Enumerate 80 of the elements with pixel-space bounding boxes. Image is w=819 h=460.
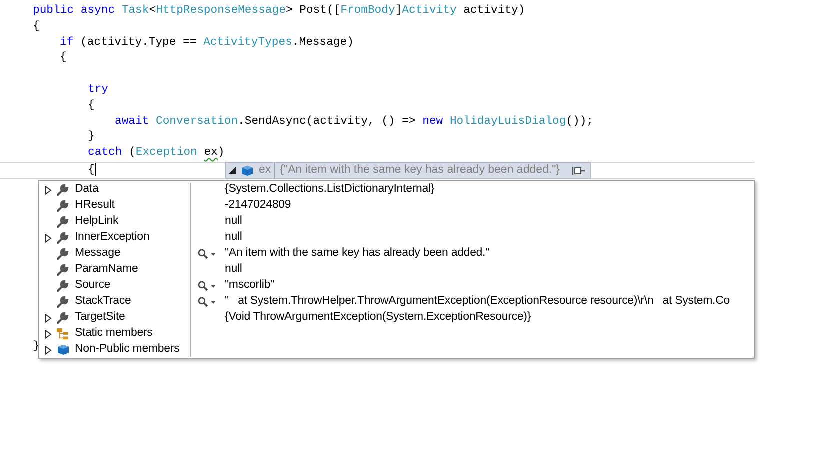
code-text: ] bbox=[395, 5, 402, 17]
code-text: { bbox=[33, 20, 40, 33]
expand-arrow-icon[interactable] bbox=[45, 186, 52, 194]
wrench-icon bbox=[57, 184, 69, 196]
text-cursor bbox=[94, 162, 96, 176]
member-value: {System.Collections.ListDictionaryInternal} bbox=[225, 182, 435, 198]
code-type: Exception bbox=[136, 147, 198, 160]
code-text: < bbox=[149, 5, 156, 17]
member-name: InnerException bbox=[75, 230, 150, 246]
member-value: {Void ThrowArgumentException(System.ExceptionResource)} bbox=[225, 310, 532, 326]
code-text: (activity.Type == bbox=[80, 36, 198, 49]
member-name: ParamName bbox=[75, 262, 138, 278]
expand-arrow-icon[interactable] bbox=[229, 167, 236, 174]
code-type: Conversation bbox=[156, 116, 238, 128]
code-text: .Message) bbox=[292, 36, 354, 49]
code-text: } bbox=[33, 340, 40, 355]
code-text: ()); bbox=[566, 116, 594, 128]
code-text: } bbox=[88, 131, 95, 144]
code-keyword: try bbox=[88, 84, 109, 96]
member-value: " at System.ThrowHelper.ThrowArgumentException(ExceptionResource resource)\r\n at System.Co bbox=[225, 294, 730, 310]
expand-arrow-icon[interactable] bbox=[45, 330, 52, 338]
code-text: .SendAsync(activity, () => bbox=[238, 116, 417, 128]
member-value: null bbox=[225, 214, 242, 230]
caret-icon[interactable] bbox=[211, 252, 216, 256]
code-text: { bbox=[88, 100, 95, 112]
wrench-icon bbox=[57, 312, 69, 324]
code-text: ( bbox=[128, 147, 136, 160]
wrench-icon bbox=[57, 232, 69, 244]
member-value: "An item with the same key has already been added." bbox=[225, 246, 490, 262]
member-name: Message bbox=[75, 246, 121, 262]
code-text: ex bbox=[204, 147, 218, 160]
code-keyword: async bbox=[80, 5, 116, 17]
code-keyword: await bbox=[115, 116, 150, 128]
code-keyword: if bbox=[60, 36, 74, 49]
member-value: "mscorlib" bbox=[225, 278, 274, 294]
wrench-icon bbox=[57, 280, 69, 292]
variable-value[interactable]: {"An item with the same key has already been added."} bbox=[280, 162, 560, 180]
member-name: Non-Public members bbox=[75, 342, 180, 358]
code-type: ActivityTypes bbox=[204, 36, 292, 49]
expand-arrow-icon[interactable] bbox=[45, 314, 52, 322]
code-type: Task bbox=[122, 5, 150, 17]
code-keyword: public bbox=[33, 5, 76, 17]
code-type: HolidayLuisDialog bbox=[450, 116, 566, 128]
code-text: ) bbox=[218, 147, 225, 160]
code-type: Activity bbox=[402, 5, 457, 17]
wrench-icon bbox=[57, 200, 69, 212]
variable-name: ex bbox=[259, 162, 276, 180]
wrench-icon bbox=[57, 296, 69, 308]
hierarchy-icon bbox=[57, 328, 70, 340]
member-name: HResult bbox=[75, 198, 115, 214]
member-name: Data bbox=[75, 182, 99, 198]
code-keyword: new bbox=[422, 116, 444, 128]
code-text: { bbox=[88, 164, 95, 176]
wrench-icon bbox=[57, 216, 69, 228]
member-name: HelpLink bbox=[75, 214, 119, 230]
code-type: HttpResponseMessage bbox=[156, 5, 286, 17]
caret-icon[interactable] bbox=[211, 284, 216, 288]
member-name: TargetSite bbox=[75, 310, 126, 326]
member-name: Static members bbox=[75, 326, 153, 342]
code-text: activity) bbox=[462, 5, 526, 17]
wrench-icon bbox=[57, 248, 69, 260]
member-value: -2147024809 bbox=[225, 198, 292, 214]
wrench-icon bbox=[57, 264, 69, 276]
cube-icon bbox=[241, 164, 254, 176]
member-name: Source bbox=[75, 278, 111, 294]
member-value: null bbox=[225, 262, 242, 278]
expand-arrow-icon[interactable] bbox=[45, 234, 52, 242]
magnifier-icon[interactable] bbox=[198, 297, 208, 307]
caret-icon[interactable] bbox=[211, 300, 216, 304]
code-text: { bbox=[60, 52, 67, 64]
magnifier-icon[interactable] bbox=[198, 249, 208, 259]
code-keyword: catch bbox=[88, 147, 122, 160]
expand-arrow-icon[interactable] bbox=[45, 346, 52, 354]
cube-icon bbox=[57, 344, 70, 356]
pin-icon[interactable] bbox=[572, 166, 586, 176]
magnifier-icon[interactable] bbox=[198, 281, 208, 291]
member-value: null bbox=[225, 230, 242, 246]
member-name: StackTrace bbox=[75, 294, 132, 310]
code-text: > Post([ bbox=[286, 5, 341, 17]
code-type: FromBody bbox=[340, 5, 396, 17]
